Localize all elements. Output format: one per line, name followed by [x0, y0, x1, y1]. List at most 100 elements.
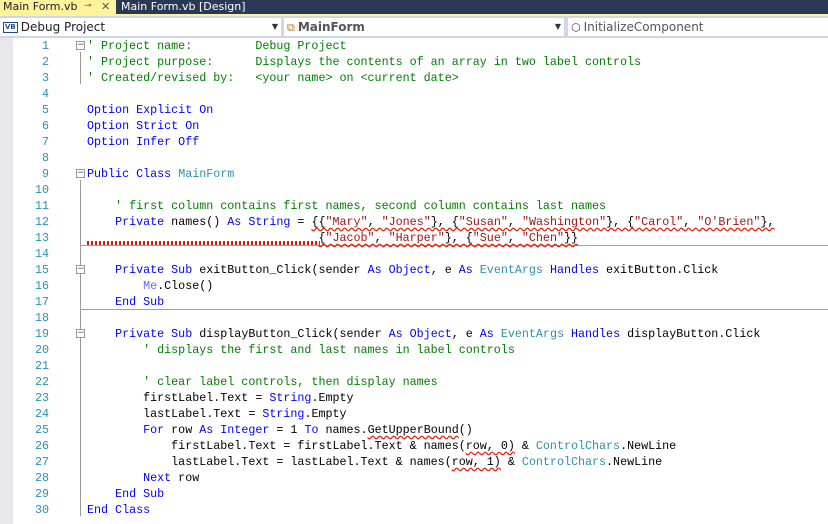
project-dropdown[interactable]: VB Debug Project ▼ [0, 18, 281, 36]
document-tab-bar: Main Form.vb ⊸ ✕ Main Form.vb [Design] [0, 0, 828, 14]
line-number: 1 [41, 39, 49, 53]
code-token: As Object [388, 327, 452, 341]
line-number: 6 [41, 119, 49, 133]
line-number: 7 [41, 135, 49, 149]
code-line[interactable]: ' clear label controls, then display nam… [87, 374, 438, 390]
code-token: .Close() [157, 279, 214, 293]
code-token: Private Sub [115, 327, 193, 341]
pin-icon[interactable]: ⊸ [84, 0, 92, 13]
line-number: 25 [34, 423, 49, 437]
code-line[interactable]: End Sub [87, 294, 164, 310]
code-line[interactable]: ' Created/revised by: <your name> on <cu… [87, 70, 459, 86]
line-number: 29 [34, 487, 49, 501]
code-token: row [164, 423, 200, 437]
code-token: ' Created/revised by: <your name> on <cu… [87, 71, 459, 85]
code-token: .NewLine [620, 439, 677, 453]
line-number: 9 [41, 167, 49, 181]
code-token: Public Class [87, 167, 179, 181]
code-token: lastLabel.Text = [87, 407, 263, 421]
code-token: ControlChars [521, 455, 607, 469]
code-token: , e [451, 327, 480, 341]
line-number: 13 [34, 231, 49, 245]
code-line[interactable]: Private Sub displayButton_Click(sender A… [87, 326, 760, 342]
code-line[interactable]: Option Strict On [87, 118, 199, 134]
close-icon[interactable]: ✕ [101, 0, 110, 13]
code-line[interactable]: ' Project purpose: Displays the contents… [87, 54, 641, 70]
code-token: As [479, 327, 501, 341]
code-token: "Mary" [325, 215, 368, 229]
code-token: "Jones" [381, 215, 431, 229]
code-line[interactable]: End Sub [87, 486, 164, 502]
private-method-icon: ⬡ [571, 20, 581, 34]
class-dropdown[interactable]: ⧉ MainForm ▼ [284, 18, 564, 36]
collapse-icon[interactable]: − [76, 41, 85, 50]
code-token: firstLabel.Text = [87, 391, 270, 405]
tab-main-form-vb[interactable]: Main Form.vb ⊸ ✕ [0, 0, 116, 14]
code-token: "O'Brien" [697, 215, 761, 229]
code-line[interactable]: Next row [87, 470, 199, 486]
code-token: displayButton.Click [620, 327, 761, 341]
code-token: ControlChars [535, 439, 621, 453]
member-name: InitializeComponent [583, 20, 704, 34]
code-token: & [500, 455, 522, 469]
code-line[interactable]: End Class [87, 502, 150, 518]
code-token: names() [164, 215, 228, 229]
code-line[interactable]: ' displays the first and last names in l… [87, 342, 515, 358]
code-token: }} [563, 231, 579, 245]
code-token: }, { [444, 231, 473, 245]
code-line[interactable]: firstLabel.Text = firstLabel.Text & name… [87, 438, 676, 454]
collapse-icon[interactable]: − [76, 265, 85, 274]
code-token: "Carol" [634, 215, 684, 229]
code-token: , [367, 215, 382, 229]
code-line[interactable]: Option Infer Off [87, 134, 199, 150]
collapse-icon[interactable]: − [76, 329, 85, 338]
line-number: 24 [34, 407, 49, 421]
code-token: As [458, 263, 480, 277]
code-token: firstLabel.Text = firstLabel.Text & name… [87, 439, 466, 453]
line-number: 27 [34, 455, 49, 469]
code-editor[interactable]: − − − − 1 ' Project name: Debug Project 2 '… [0, 38, 828, 524]
code-line[interactable]: ' Project name: Debug Project [87, 38, 347, 54]
code-token: "Washington" [521, 215, 607, 229]
code-token: displayButton_Click(sender [192, 327, 389, 341]
code-line[interactable]: lastLabel.Text = lastLabel.Text & names(… [87, 454, 662, 470]
code-token: row [171, 471, 200, 485]
line-number: 22 [34, 375, 49, 389]
code-line[interactable]: Private Sub exitButton_Click(sender As O… [87, 262, 718, 278]
chevron-down-icon: ▼ [554, 22, 561, 31]
member-dropdown[interactable]: ⬡ InitializeComponent [568, 18, 828, 36]
code-line[interactable]: ' first column contains first names, sec… [87, 198, 606, 214]
code-line[interactable]: {"Jacob", "Harper"}, {"Sue", "Chen"}} [87, 230, 578, 246]
tab-label: Main Form.vb [Design] [121, 0, 246, 13]
code-token: = 1 [269, 423, 305, 437]
code-token: "Jacob" [325, 231, 375, 245]
code-line[interactable]: Private names() As String = {{"Mary", "J… [87, 214, 774, 230]
line-number: 21 [34, 359, 49, 373]
code-token: As Object [367, 263, 431, 277]
code-token: End Class [87, 503, 151, 517]
collapse-icon[interactable]: − [76, 169, 85, 178]
code-token: .Empty [311, 391, 354, 405]
code-token: row, 0) [465, 439, 515, 453]
project-name: Debug Project [20, 20, 106, 34]
code-token: .Empty [304, 407, 347, 421]
vb-project-icon: VB [3, 22, 18, 33]
code-token: .NewLine [606, 455, 663, 469]
code-line[interactable]: Me.Close() [87, 278, 213, 294]
tab-main-form-design[interactable]: Main Form.vb [Design] [118, 0, 249, 14]
code-token: Handles [570, 327, 621, 341]
tab-label: Main Form.vb [3, 0, 78, 13]
code-token: For [143, 423, 165, 437]
line-number: 5 [41, 103, 49, 117]
code-line[interactable]: lastLabel.Text = String.Empty [87, 406, 347, 422]
code-token: ' displays the first and last names in l… [87, 343, 515, 357]
code-line[interactable]: firstLabel.Text = String.Empty [87, 390, 354, 406]
code-token: Private [115, 215, 165, 229]
code-line[interactable]: Public Class MainForm [87, 166, 234, 182]
code-line[interactable]: Option Explicit On [87, 102, 213, 118]
code-line[interactable]: For row As Integer = 1 To names.GetUpper… [87, 422, 473, 438]
line-number: 10 [34, 183, 49, 197]
class-icon: ⧉ [287, 20, 295, 34]
